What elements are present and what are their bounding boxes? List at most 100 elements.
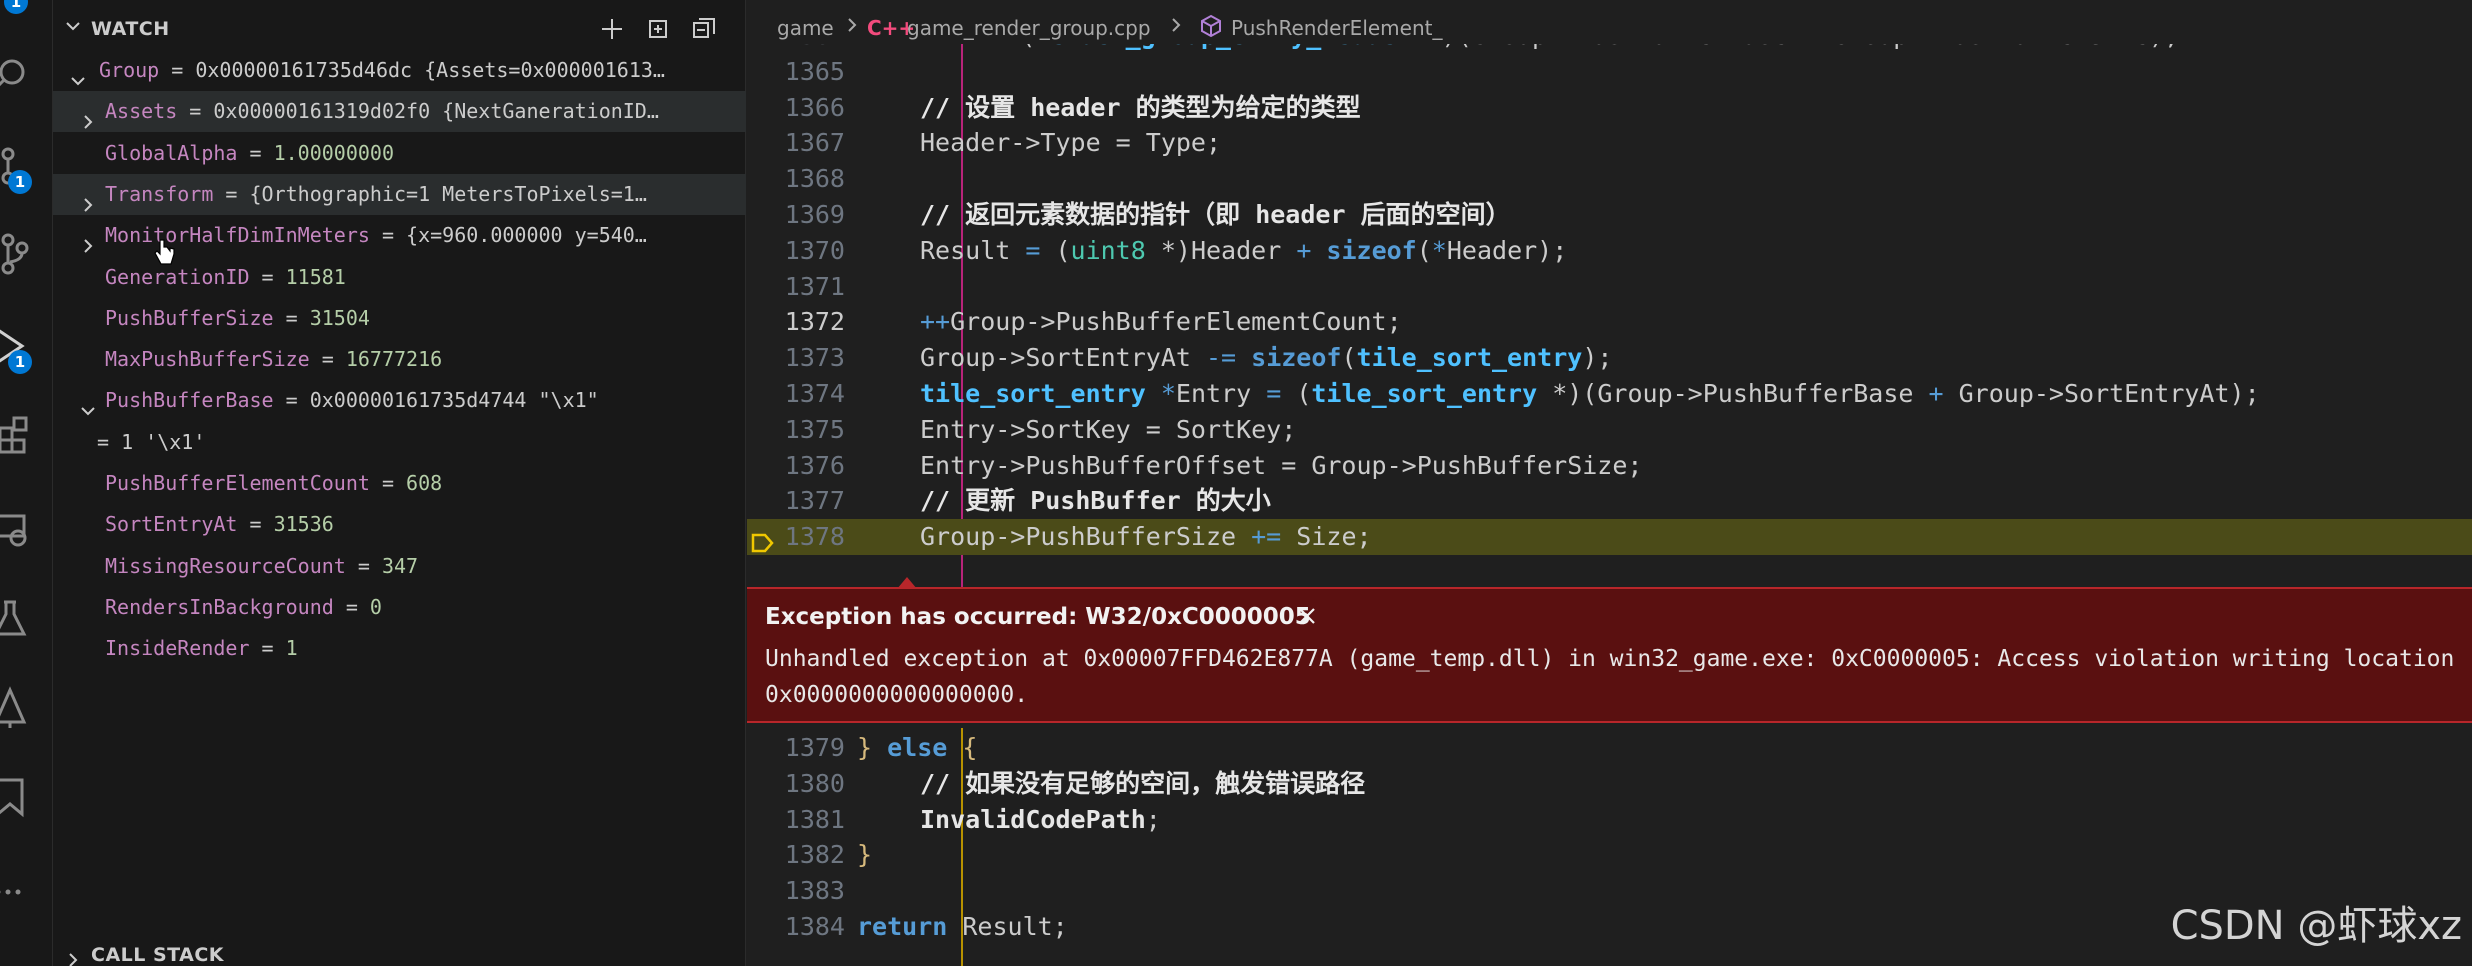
run-debug-icon[interactable]: 1 [0, 320, 32, 374]
code-line[interactable]: 1380 // 如果没有足够的空间，触发错误路径 [747, 766, 2472, 802]
code-token: Header [1446, 235, 1538, 265]
code-line[interactable]: 1377 // 更新 PushBuffer 的大小 [747, 483, 2472, 519]
watch-row[interactable]: MaxPushBufferSize = 16777216 [53, 339, 746, 380]
chevron-right-icon[interactable] [79, 104, 97, 132]
code-text: return Result; [857, 909, 1068, 945]
watch-row[interactable]: Group = 0x00000161735d46dc {Assets=0x000… [53, 50, 746, 91]
watch-name: SortEntryAt [105, 512, 238, 537]
line-number: 1365 [784, 56, 845, 86]
watch-name: GlobalAlpha [105, 140, 238, 165]
watch-equals: = [345, 553, 382, 578]
watch-panel: WATCH Group = 0x00000161735d46dc {Assets… [53, 0, 746, 966]
breakpoint-current-icon[interactable] [750, 528, 776, 564]
code-line[interactable]: 1371 [747, 269, 2472, 305]
line-number: 1377 [784, 486, 845, 516]
code-line[interactable]: 1373 Group->SortEntryAt -= sizeof(tile_so… [747, 340, 2472, 376]
code-token: -= [1190, 343, 1252, 373]
code-token: // 返回元素数据的指针（即 header 后面的空间） [920, 200, 1511, 229]
collapse-all-icon[interactable] [691, 16, 717, 42]
watch-value: 0x00000161735d46dc {Assets=0x000001613… [195, 58, 665, 82]
call-stack-section-header[interactable]: CALL STACK [53, 938, 746, 966]
exception-title: Exception has occurred: W32/0xC0000005 [765, 604, 1311, 630]
watch-value: 1.00000000 [273, 140, 394, 165]
watch-row[interactable]: GlobalAlpha = 1.00000000 [53, 133, 746, 174]
code-token: + [1788, 44, 1833, 50]
watch-row[interactable]: = 1 '\x1' [53, 422, 746, 463]
code-text: Group->SortEntryAt -= sizeof(tile_sort_e… [920, 340, 1612, 376]
watch-expression: GlobalAlpha = 1.00000000 [105, 133, 394, 174]
code-line[interactable]: 1372 ++Group->PushBufferElementCount; [747, 304, 2472, 340]
extensions-icon[interactable] [0, 408, 30, 454]
line-number: 1375 [784, 414, 845, 444]
breadcrumb-file[interactable]: game_render_group.cpp [907, 16, 1151, 40]
chevron-down-icon[interactable] [79, 393, 97, 421]
tree-icon[interactable] [0, 682, 30, 728]
watch-expression: MaxPushBufferSize = 16777216 [105, 339, 442, 380]
watch-row[interactable]: PushBufferBase = 0x00000161735d4744 "\x1… [53, 380, 746, 421]
watch-value: = 1 '\x1' [97, 429, 206, 454]
code-token: Result; [947, 912, 1068, 941]
watch-row[interactable]: InsideRender = 1 [53, 628, 746, 669]
code-line[interactable]: 1374 tile_sort_entry *Entry = (tile_sort_… [747, 376, 2472, 412]
code-token: Group->PushBufferElementCount; [950, 307, 1402, 337]
code-editor[interactable]: 1364 (render_group_entry_header *)(Group… [747, 44, 2472, 966]
code-token: ); [1537, 235, 1568, 265]
search-icon[interactable] [0, 48, 30, 92]
line-number: 1381 [784, 804, 845, 834]
watch-equals: = [369, 471, 407, 495]
watch-row[interactable]: Transform = {Orthographic=1 MetersToPixe… [53, 173, 746, 215]
watch-value: {Orthographic=1 MetersToPixels=1… [249, 181, 647, 206]
code-line[interactable]: 1382} [747, 837, 2472, 873]
testing-icon[interactable] [0, 592, 30, 636]
chevron-right-icon[interactable] [79, 228, 97, 256]
code-text: InvalidCodePath; [920, 802, 1161, 838]
code-line[interactable]: 1376 Entry->PushBufferOffset = Group->Pus… [747, 448, 2472, 484]
code-line[interactable]: 1364 (render_group_entry_header *)(Group… [747, 44, 2472, 54]
code-line[interactable]: 1369 // 返回元素数据的指针（即 header 后面的空间） [747, 197, 2472, 233]
line-number: 1371 [784, 271, 845, 301]
watch-row[interactable]: RendersInBackground = 0 [53, 587, 746, 628]
code-token: *)( [1412, 44, 1472, 50]
code-line[interactable]: 1367 Header->Type = Type; [747, 125, 2472, 161]
watch-row[interactable]: Assets = 0x00000161319d02f0 {NextGanerat… [53, 91, 746, 133]
code-line[interactable]: 1366 // 设置 header 的类型为给定的类型 [747, 90, 2472, 126]
code-text: // 如果没有足够的空间，触发错误路径 [920, 766, 1365, 802]
code-line[interactable]: 1381 InvalidCodePath; [747, 802, 2472, 838]
run-debug-top-icon[interactable]: 1 [0, 0, 30, 44]
code-line[interactable]: 1370 Result = (uint8 *)Header + sizeof(*H… [747, 233, 2472, 269]
branch-icon[interactable] [0, 228, 30, 275]
line-number: 1364 [747, 44, 845, 54]
bookmark-icon[interactable] [0, 770, 30, 818]
code-text: } else { [857, 730, 977, 766]
refresh-icon[interactable] [645, 16, 671, 42]
code-token: Header [1190, 235, 1282, 265]
code-line[interactable]: 1379} else { [747, 730, 2472, 766]
watch-row[interactable]: SortEntryAt = 31536 [53, 504, 746, 545]
code-line[interactable]: 1365 [747, 54, 2472, 90]
watch-name: MaxPushBufferSize [105, 347, 310, 372]
watch-row[interactable]: PushBufferElementCount = 608 [53, 463, 746, 504]
code-token: InvalidCodePath [920, 804, 1146, 834]
code-token: * [1431, 235, 1447, 265]
line-number: 1380 [784, 768, 845, 798]
watch-row[interactable]: MissingResourceCount = 347 [53, 546, 746, 587]
code-token: Group->SortEntryAt [1958, 379, 2230, 408]
code-text: // 返回元素数据的指针（即 header 后面的空间） [920, 197, 1511, 233]
close-icon[interactable] [1292, 601, 1322, 631]
remote-explorer-icon[interactable] [0, 504, 30, 548]
watch-expression: Group = 0x00000161735d46dc {Assets=0x000… [99, 50, 665, 91]
more-icon[interactable] [0, 862, 30, 906]
add-expression-icon[interactable] [599, 16, 625, 42]
code-line[interactable]: 1368 [747, 161, 2472, 197]
breadcrumb-folder[interactable]: game [777, 16, 834, 40]
method-icon [1199, 14, 1223, 43]
chevron-down-icon[interactable] [69, 63, 87, 91]
breadcrumb-symbol[interactable]: PushRenderElement_ [1231, 16, 1442, 40]
watch-section-header[interactable]: WATCH [53, 6, 746, 50]
watch-row[interactable]: PushBufferSize = 31504 [53, 298, 746, 339]
code-token: Entry->SortKey = SortKey; [920, 414, 1297, 444]
source-control-icon[interactable]: 1 [0, 140, 32, 194]
code-line[interactable]: 1378 Group->PushBufferSize += Size; [747, 519, 2472, 556]
chevron-right-icon[interactable] [79, 187, 97, 215]
code-line[interactable]: 1375 Entry->SortKey = SortKey; [747, 412, 2472, 448]
